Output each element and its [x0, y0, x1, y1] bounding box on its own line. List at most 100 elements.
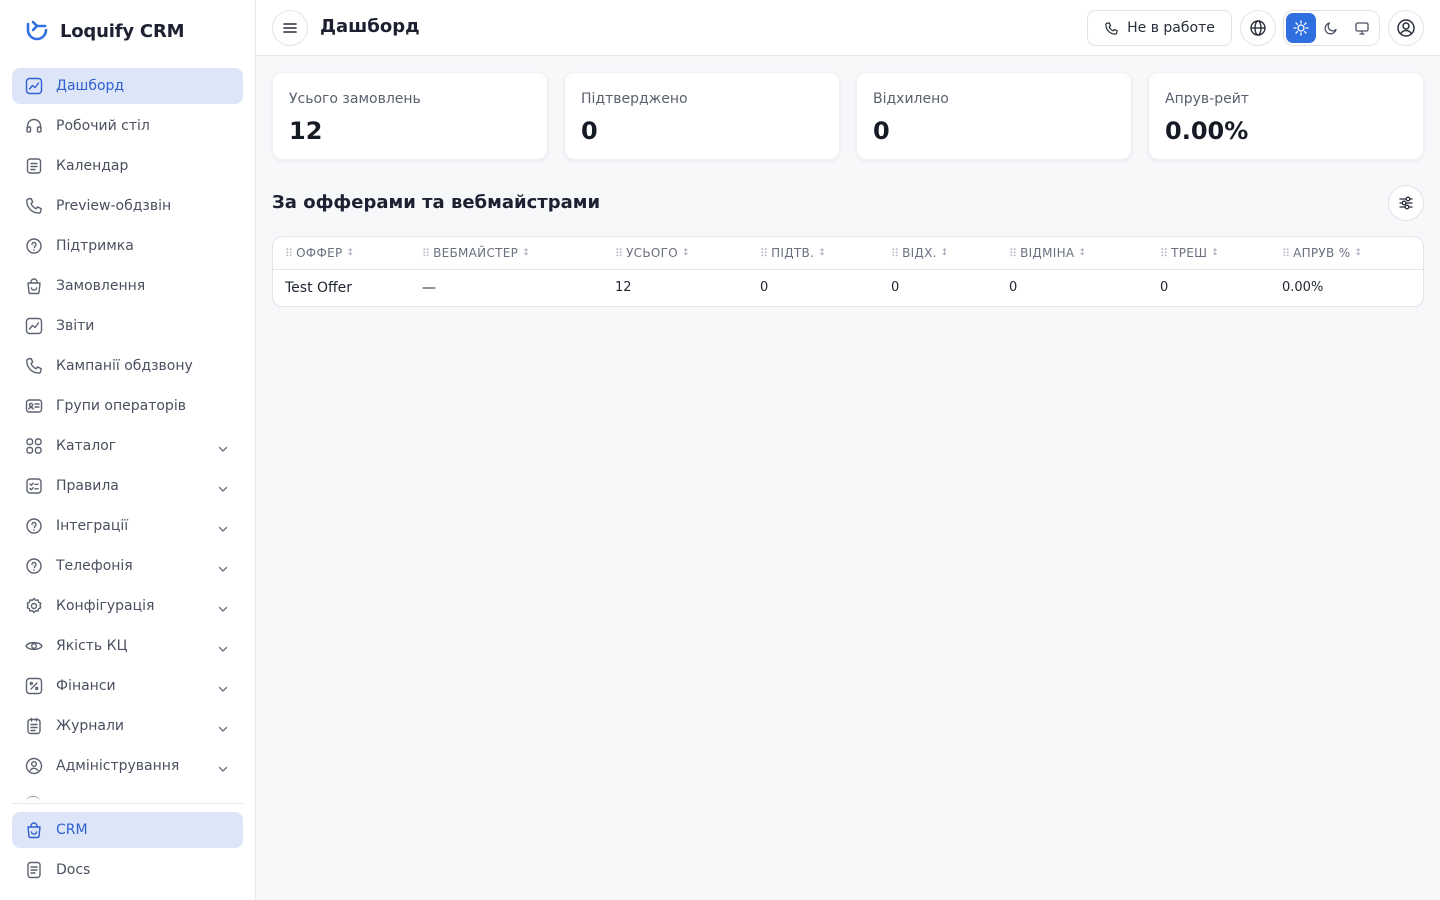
drag-handle-icon[interactable]: ⠿ — [285, 247, 293, 260]
sidebar-item-6[interactable]: Замовлення — [12, 268, 243, 304]
user-menu-button[interactable] — [1388, 10, 1424, 46]
theme-dark-button[interactable] — [1316, 13, 1346, 43]
theme-system-button[interactable] — [1347, 13, 1377, 43]
drag-handle-icon[interactable]: ⠿ — [1009, 247, 1017, 260]
sidebar-item-label: Каталог — [56, 438, 117, 454]
drag-handle-icon[interactable]: ⠿ — [422, 247, 430, 260]
table-row[interactable]: Test Offer — 12 0 0 0 0 0.00% — [273, 270, 1423, 306]
sidebar-bottom-nav: CRM Docs — [12, 812, 243, 892]
drag-handle-icon[interactable]: ⠿ — [1282, 247, 1290, 260]
stat-label: Усього замовлень — [289, 91, 421, 107]
chevron-down-icon[interactable] — [217, 680, 229, 692]
sort-icon: ↕ — [1354, 248, 1363, 258]
column-header-offer[interactable]: ⠿ ОФФЕР ↕ — [285, 246, 354, 260]
sidebar-item-17[interactable]: Журнали — [12, 708, 243, 744]
sidebar-item-15[interactable]: Якість КЦ — [12, 628, 243, 664]
sidebar-item-label: Дашборд — [56, 78, 125, 94]
sidebar-item-2[interactable]: Робочий стіл — [12, 108, 243, 144]
sliders-icon — [1399, 196, 1413, 210]
chevron-down-icon[interactable] — [217, 760, 229, 772]
nav-divider — [12, 803, 243, 804]
sidebar-item-label: Підтримка — [56, 238, 134, 254]
sort-icon: ↕ — [1078, 248, 1087, 258]
chevron-down-icon[interactable] — [217, 640, 229, 652]
menu-toggle-button[interactable] — [272, 10, 308, 46]
column-header-cancelled[interactable]: ⠿ ВІДМІНА ↕ — [1009, 246, 1086, 260]
sidebar-item-label: Preview-обдзвін — [56, 198, 172, 214]
page-title: Дашборд — [320, 16, 420, 37]
column-header-label: ВІДХ. — [902, 246, 937, 260]
table-settings-button[interactable] — [1388, 185, 1424, 221]
stat-label: Підтверджено — [581, 91, 688, 107]
brand[interactable]: Loquify CRM — [24, 18, 185, 44]
phone-icon — [1105, 21, 1118, 35]
cell-trash: 0 — [1160, 280, 1169, 295]
sidebar-item-2[interactable]: Docs — [12, 852, 243, 888]
checklist-icon — [24, 476, 44, 496]
stat-value: 0 — [581, 117, 598, 145]
sun-icon — [1293, 20, 1309, 36]
sidebar-item-3[interactable]: Календар — [12, 148, 243, 184]
operator-status-button[interactable]: Не в работе — [1087, 10, 1232, 46]
stat-card-rejected: Відхилено 0 — [856, 72, 1132, 160]
sidebar-item-5[interactable]: Підтримка — [12, 228, 243, 264]
moon-icon — [1324, 22, 1338, 35]
drag-handle-icon[interactable]: ⠿ — [1160, 247, 1168, 260]
column-header-approve-pct[interactable]: ⠿ АПРУВ % ↕ — [1282, 246, 1362, 260]
sidebar-item-18[interactable]: Адміністрування — [12, 748, 243, 784]
cell-confirmed: 0 — [760, 280, 769, 295]
eye-icon — [24, 636, 44, 656]
sidebar-item-label: Інтеграції — [56, 518, 129, 534]
theme-light-button[interactable] — [1286, 13, 1317, 43]
sidebar-item-12[interactable]: Інтеграції — [12, 508, 243, 544]
sidebar-item-1[interactable]: Дашборд — [12, 68, 243, 104]
sidebar-item-label: Конфігурація — [56, 598, 155, 614]
sidebar-item-16[interactable]: Фінанси — [12, 668, 243, 704]
column-header-label: ВІДМІНА — [1020, 246, 1075, 260]
chevron-down-icon[interactable] — [217, 560, 229, 572]
nav-scroll-hint — [26, 796, 40, 802]
sort-icon: ↕ — [818, 248, 827, 258]
column-header-total[interactable]: ⠿ УСЬОГО ↕ — [615, 246, 690, 260]
drag-handle-icon[interactable]: ⠿ — [615, 247, 623, 260]
chevron-down-icon[interactable] — [217, 480, 229, 492]
chevron-down-icon[interactable] — [217, 520, 229, 532]
chevron-down-icon[interactable] — [217, 600, 229, 612]
column-header-rejected[interactable]: ⠿ ВІДХ. ↕ — [891, 246, 949, 260]
drag-handle-icon[interactable]: ⠿ — [760, 247, 768, 260]
stat-card-total: Усього замовлень 12 — [272, 72, 548, 160]
cell-rejected: 0 — [891, 280, 900, 295]
column-header-label: ТРЕШ — [1171, 246, 1208, 260]
column-header-webmaster[interactable]: ⠿ ВЕБМАЙСТЕР ↕ — [422, 246, 530, 260]
column-header-confirmed[interactable]: ⠿ ПІДТВ. ↕ — [760, 246, 826, 260]
cell-total: 12 — [615, 280, 632, 295]
sidebar-item-11[interactable]: Правила — [12, 468, 243, 504]
sidebar-item-10[interactable]: Каталог — [12, 428, 243, 464]
journal-icon — [24, 716, 44, 736]
status-label: Не в работе — [1127, 20, 1215, 36]
chevron-down-icon[interactable] — [217, 440, 229, 452]
column-header-label: ПІДТВ. — [771, 246, 815, 260]
stat-value: 0 — [873, 117, 890, 145]
document-icon — [24, 860, 44, 880]
chevron-down-icon[interactable] — [217, 720, 229, 732]
sidebar-item-4[interactable]: Preview-обдзвін — [12, 188, 243, 224]
phone-icon — [24, 196, 44, 216]
drag-handle-icon[interactable]: ⠿ — [891, 247, 899, 260]
column-header-label: ОФФЕР — [296, 246, 343, 260]
sidebar-item-1[interactable]: CRM — [12, 812, 243, 848]
dashboard-icon — [24, 76, 44, 96]
sidebar-item-7[interactable]: Звіти — [12, 308, 243, 344]
cell-approve-pct: 0.00% — [1282, 280, 1324, 295]
sort-icon: ↕ — [522, 248, 531, 258]
column-header-trash[interactable]: ⠿ ТРЕШ ↕ — [1160, 246, 1219, 260]
language-button[interactable] — [1240, 10, 1276, 46]
sidebar-item-8[interactable]: Кампанії обдзвону — [12, 348, 243, 384]
sidebar-item-14[interactable]: Конфігурація — [12, 588, 243, 624]
sidebar-item-9[interactable]: Групи операторів — [12, 388, 243, 424]
sidebar-item-13[interactable]: Телефонія — [12, 548, 243, 584]
hamburger-icon — [283, 23, 297, 33]
chart-icon — [24, 316, 44, 336]
section-title: За офферами та вебмайстрами — [272, 192, 601, 213]
gear-icon — [24, 596, 44, 616]
